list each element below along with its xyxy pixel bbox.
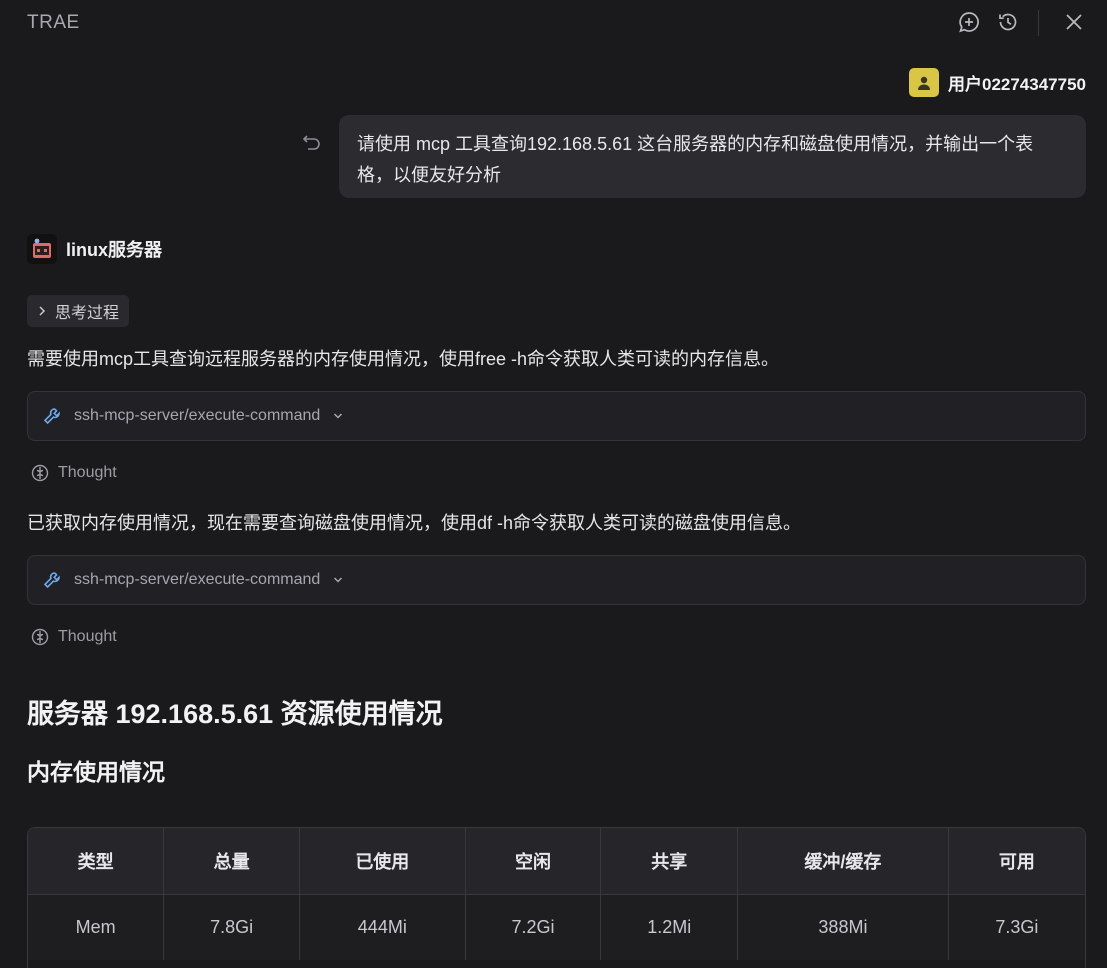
column-header: 类型 [28, 828, 165, 895]
chevron-right-icon [39, 306, 46, 316]
table-row: Mem 7.8Gi 444Mi 7.2Gi 1.2Mi 388Mi 7.3Gi [28, 894, 1085, 960]
column-header: 可用 [948, 828, 1085, 895]
tool-call-label: ssh-mcp-server/execute-command [74, 571, 321, 588]
person-icon [917, 76, 930, 90]
thinking-label: 思考过程 [55, 305, 120, 322]
memory-table: 类型 总量 已使用 空闲 共享 缓冲/缓存 可用 Mem 7.8Gi 444Mi… [27, 827, 1086, 968]
user-message-bubble: 请使用 mcp 工具查询192.168.5.61 这台服务器的内存和磁盘使用情况… [339, 115, 1086, 198]
chevron-down-icon [334, 577, 343, 583]
user-name: 用户02274347750 [947, 75, 1086, 94]
top-bar: TRAE [0, 0, 1107, 46]
report-title: 服务器 192.168.5.61 资源使用情况 [27, 699, 443, 729]
column-header: 已使用 [299, 828, 466, 895]
column-header: 缓冲/缓存 [737, 828, 949, 895]
agent-step-2-text: 已获取内存使用情况，现在需要查询磁盘使用情况，使用df -h命令获取人类可读的磁… [27, 513, 802, 533]
table-cell: 388Mi [737, 894, 949, 960]
table-cell: 7.8Gi [163, 894, 300, 960]
wrench-icon [43, 408, 60, 425]
thought-label: Thought [58, 628, 117, 645]
new-chat-icon[interactable] [957, 10, 981, 34]
app-title: TRAE [27, 12, 80, 33]
table-cell: 7.2Gi [465, 894, 602, 960]
table-cell: 1.2Mi [600, 894, 739, 960]
user-avatar [908, 68, 939, 97]
table-cell: 7.3Gi [948, 894, 1085, 960]
column-header: 共享 [600, 828, 739, 895]
undo-icon[interactable] [301, 132, 323, 154]
column-header: 空闲 [465, 828, 602, 895]
thinking-process-toggle[interactable]: 思考过程 [27, 295, 130, 327]
brain-icon [31, 464, 49, 482]
table-cell: 444Mi [299, 894, 466, 960]
tool-call-2[interactable]: ssh-mcp-server/execute-command [27, 555, 1086, 605]
tool-call-label: ssh-mcp-server/execute-command [74, 407, 321, 424]
column-header: 总量 [163, 828, 300, 895]
agent-step-1-text: 需要使用mcp工具查询远程服务器的内存使用情况，使用free -h命令获取人类可… [27, 349, 780, 369]
chevron-down-icon [334, 413, 343, 419]
table-header-row: 类型 总量 已使用 空闲 共享 缓冲/缓存 可用 [28, 828, 1085, 895]
table-cell: Mem [28, 894, 165, 960]
agent-name: linux服务器 [66, 240, 163, 260]
thought-2[interactable]: Thought [31, 628, 117, 646]
memory-heading: 内存使用情况 [27, 759, 165, 785]
wrench-icon [43, 572, 60, 589]
history-icon[interactable] [996, 10, 1020, 34]
brain-icon [31, 628, 49, 646]
agent-header: linux服务器 [27, 234, 162, 264]
tool-call-1[interactable]: ssh-mcp-server/execute-command [27, 391, 1086, 441]
user-header: 用户02274347750 [908, 68, 1086, 97]
thought-label: Thought [58, 464, 117, 481]
thought-1[interactable]: Thought [31, 464, 117, 482]
top-divider [1038, 10, 1039, 36]
close-icon[interactable] [1062, 10, 1086, 34]
linux-server-logo [27, 234, 57, 264]
